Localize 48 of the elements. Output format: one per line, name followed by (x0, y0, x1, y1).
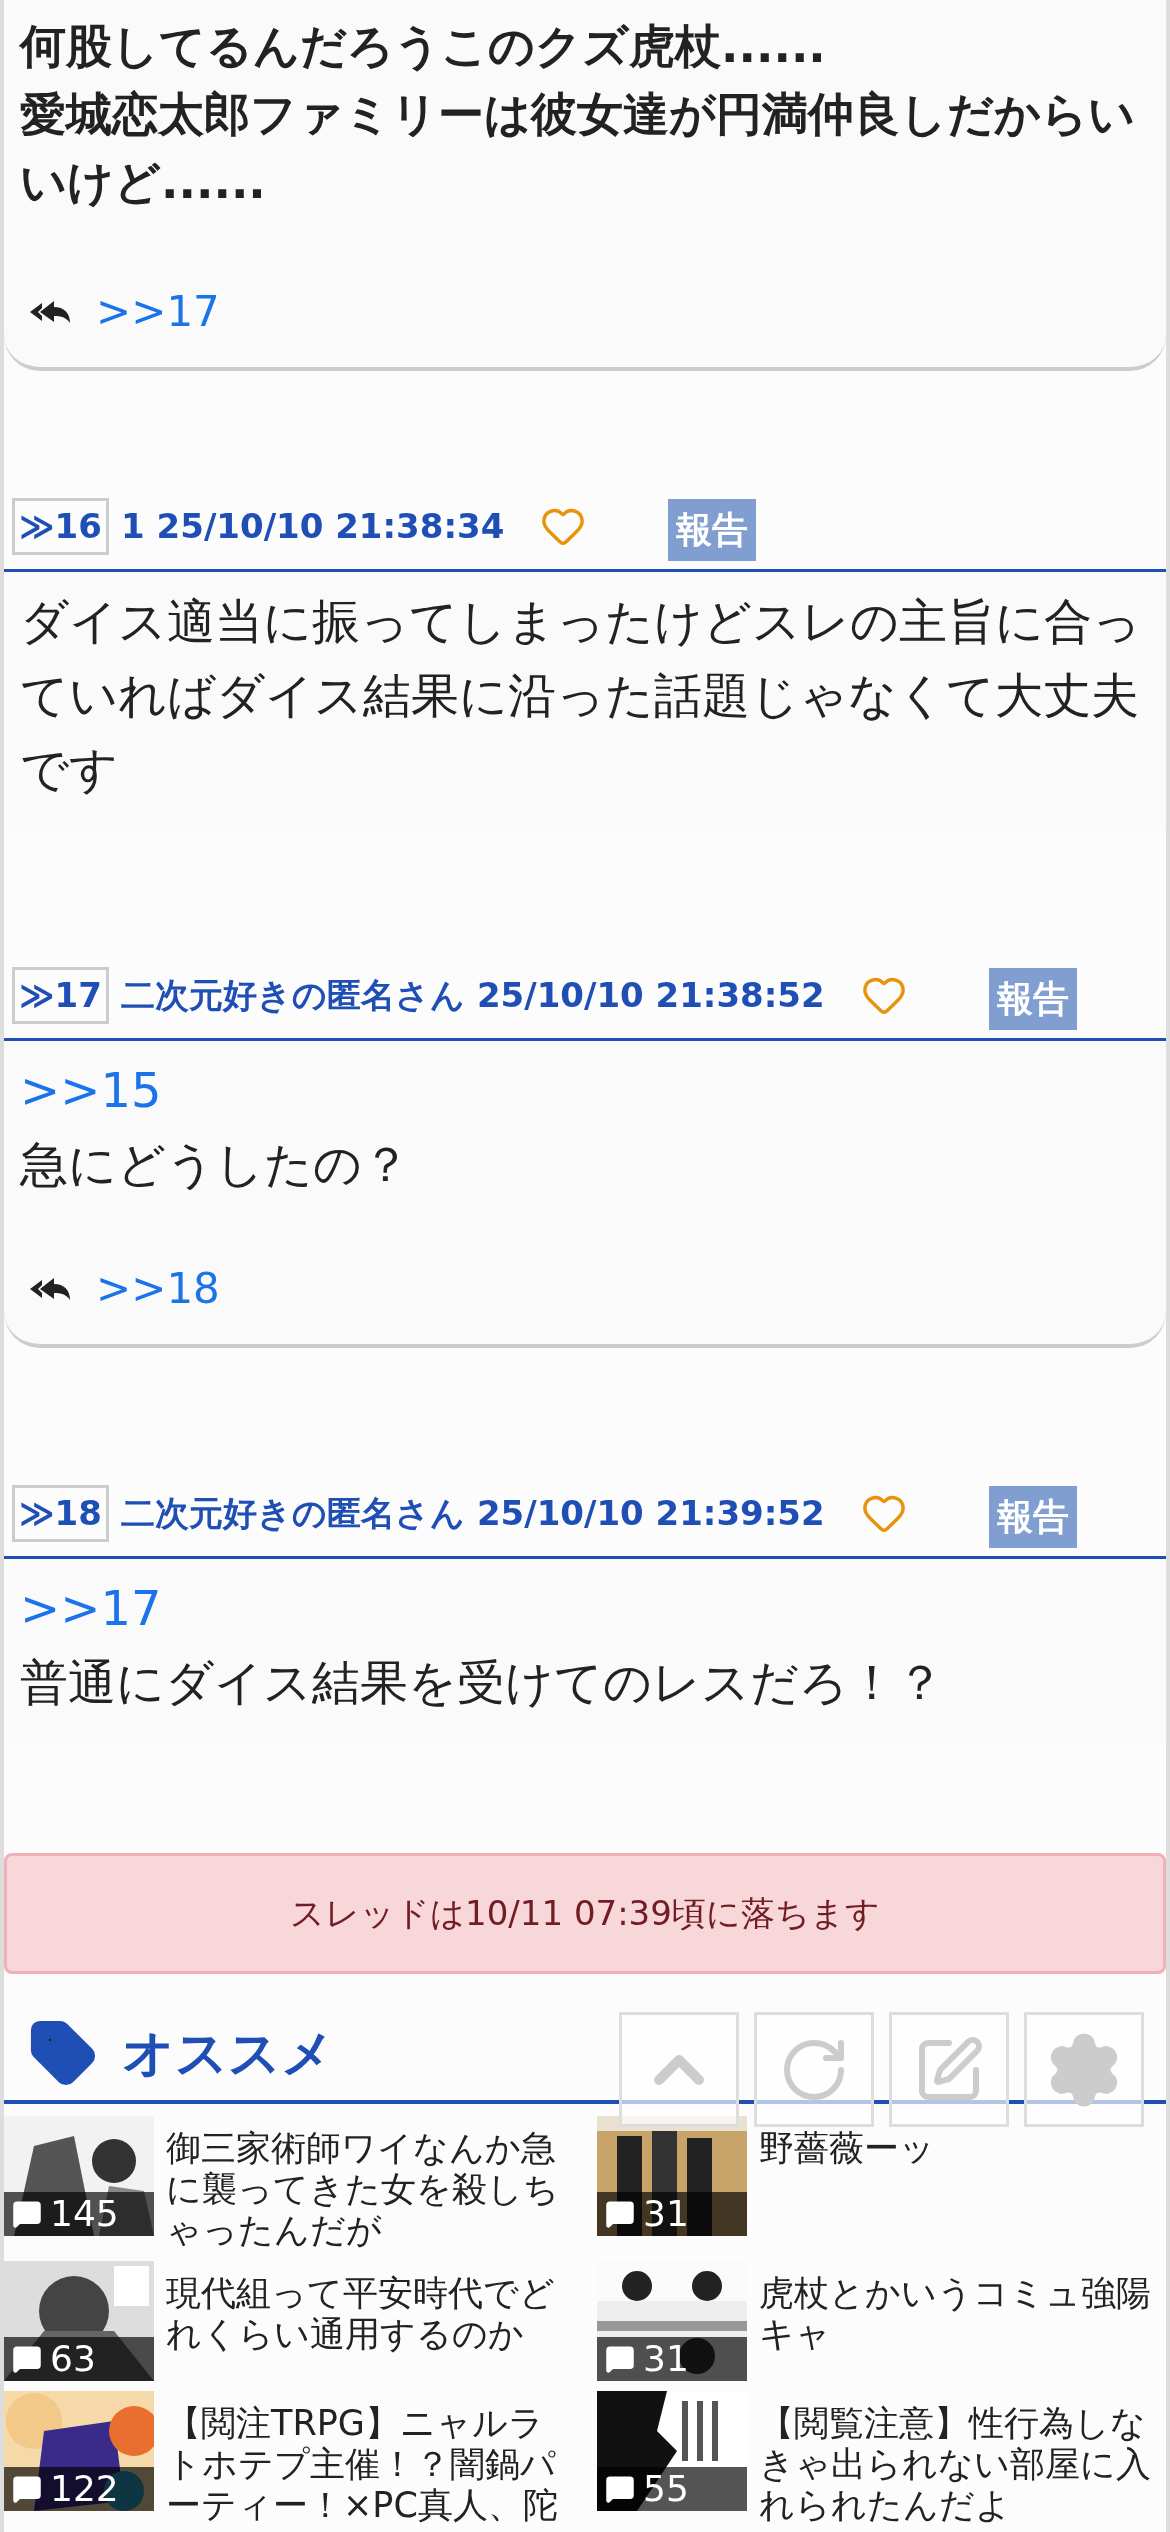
comment-icon (12, 2474, 42, 2504)
comment-icon (605, 2474, 635, 2504)
comment-icon (605, 2344, 635, 2374)
recommend-item[interactable]: 122 【閲注TRPG】ニャルラトホテプ主催！？闇鍋パーティー！×PC真人、陀 (4, 2391, 573, 2526)
post-body: 普通にダイス結果を受けてのレスだろ！？ (20, 1653, 945, 1712)
recommend-item[interactable]: 63 現代組って平安時代でどれくらい通用するのか (4, 2261, 573, 2381)
comment-icon (12, 2199, 42, 2229)
comment-icon (605, 2199, 635, 2229)
recommend-title: 【閲注TRPG】ニャルラトホテプ主催！？闇鍋パーティー！×PC真人、陀 (166, 2402, 559, 2526)
post-body: 何股してるんだろうこのクズ虎杖...... 愛城恋太郎ファミリーは彼女達が円満仲良しだからいいけど...... (18, 18, 1136, 211)
post-date: 25/10/10 21:38:52 (476, 973, 825, 1017)
recommend-title: 虎杖とかいうコミュ強陽キャ (759, 2272, 1152, 2356)
reply-link[interactable]: >>18 (96, 1257, 220, 1320)
anchor-link[interactable]: >>15 (20, 1053, 162, 1127)
count-text: 122 (50, 2467, 119, 2511)
post-number[interactable]: ≫18 (12, 1484, 109, 1542)
reply-link[interactable]: >>17 (96, 280, 220, 343)
expiry-notice: スレッドは10/11 07:39頃に落ちます (4, 1853, 1166, 1974)
count-text: 55 (643, 2467, 689, 2511)
recommend-title: 野薔薇ーッ (759, 2127, 935, 2170)
post-body: ダイス適当に振ってしまったけどスレの主旨に合っていればダイス結果に沿った話題じゃなくて大丈夫です (20, 592, 1142, 799)
comment-icon (12, 2344, 42, 2374)
poster-name: 1 (120, 504, 145, 548)
recommend-title: 現代組って平安時代でどれくらい通用するのか (166, 2272, 556, 2356)
scroll-top-button[interactable] (619, 2012, 739, 2127)
section-title: オススメ (122, 2022, 334, 2085)
reload-button[interactable] (754, 2012, 874, 2127)
post-number[interactable]: ≫16 (12, 497, 109, 555)
tag-icon (28, 2018, 98, 2088)
recommend-title: 御三家術師ワイなんか急に襲ってきた女を殺しちゃったんだが (166, 2127, 560, 2251)
recommend-item[interactable]: 31 虎杖とかいうコミュ強陽キャ (597, 2261, 1166, 2381)
recommend-title: 【閲覧注意】性行為しなきゃ出られない部屋に入れられたんだよ (759, 2402, 1152, 2526)
post-body: 急にどうしたの？ (20, 1135, 411, 1194)
settings-button[interactable] (1024, 2012, 1144, 2127)
poster-name: 二次元好きの匿名さん (120, 1491, 465, 1535)
write-button[interactable] (889, 2012, 1009, 2127)
post-date: 25/10/10 21:39:52 (476, 1491, 825, 1535)
recommend-item[interactable]: 55 【閲覧注意】性行為しなきゃ出られない部屋に入れられたんだよ (597, 2391, 1166, 2526)
count-text: 63 (50, 2337, 96, 2381)
count-text: 145 (50, 2192, 119, 2236)
count-text: 31 (643, 2337, 689, 2381)
recommend-item[interactable]: 145 御三家術師ワイなんか急に襲ってきた女を殺しちゃったんだが (4, 2116, 573, 2251)
anchor-link[interactable]: >>17 (20, 1571, 162, 1645)
recommend-item[interactable]: 31 野薔薇ーッ (597, 2116, 1166, 2251)
count-text: 31 (643, 2192, 689, 2236)
post-date: 25/10/10 21:38:34 (156, 504, 505, 548)
post-number[interactable]: ≫17 (12, 966, 109, 1024)
poster-name: 二次元好きの匿名さん (120, 973, 465, 1017)
